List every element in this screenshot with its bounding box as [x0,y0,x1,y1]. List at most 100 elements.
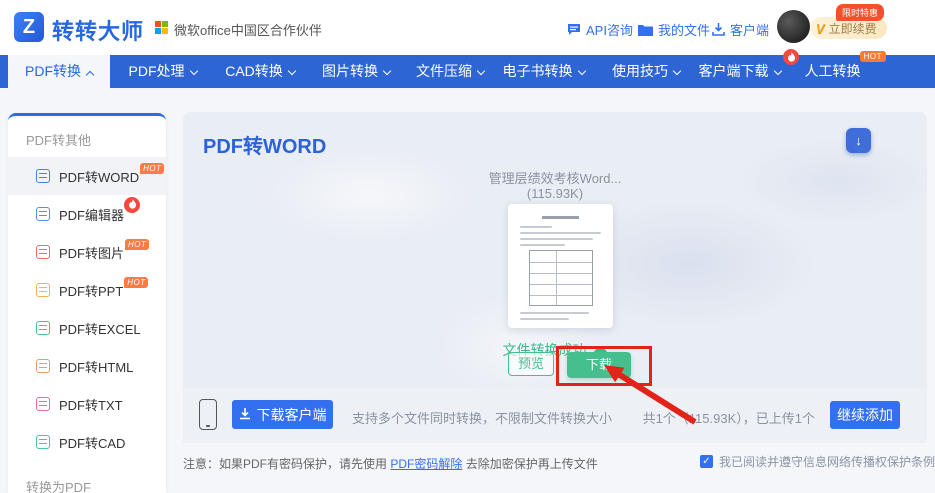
sidebar-section-pdf-to-other: PDF转其他 [26,133,92,148]
chevron-down-icon [287,66,297,76]
promo-badge: 限时特惠 [836,4,885,21]
microsoft-logo-icon [155,21,168,34]
nav-tab-tips[interactable]: 使用技巧 [600,55,692,88]
note-prefix: 注意：如果PDF有密码保护，请先使用 [183,457,391,471]
chevron-down-icon [476,66,486,76]
partner-text: 微软office中国区合作伙伴 [174,23,322,38]
cad-file-icon [36,435,50,449]
conversion-status: 文件转换成功✓ [183,340,927,363]
thumbnail-content [541,216,580,219]
nav-tab-label: PDF处理 [128,63,185,79]
sidebar-item-pdf-to-txt[interactable]: PDF转TXT [8,385,166,423]
phone-icon [199,399,217,430]
sidebar-item-label: PDF转图片 [59,245,125,261]
sidebar-item-pdf-to-excel[interactable]: PDF转EXCEL [8,309,166,347]
brand-name[interactable]: 转转大师 [52,14,144,46]
sidebar-item-label: PDF转EXCEL [59,321,141,337]
folder-icon [638,24,653,36]
multi-file-hint: 支持多个文件同时转换，不限制文件转换大小 [352,411,613,426]
image-file-icon [36,245,50,259]
sidebar-item-label: PDF转HTML [59,359,134,375]
download-button[interactable]: 下载 [567,352,631,378]
nav-tab-label: 图片转换 [322,63,378,79]
chevron-down-icon [672,66,682,76]
sidebar-item-pdf-to-image[interactable]: PDF转图片 HOT [8,233,166,271]
note-suffix: 去除加密保护再上传文件 [462,457,598,471]
pdf-password-link[interactable]: PDF密码解除 [390,457,462,471]
nav-tab-label: 客户端下载 [698,63,769,79]
excel-file-icon [36,321,50,335]
txt-file-icon [36,397,50,411]
hot-badge: HOT [859,51,886,62]
chevron-up-icon [85,70,95,80]
sidebar-item-pdf-editor[interactable]: PDF编辑器 [8,195,166,233]
agreement-checkbox[interactable]: ✓ [700,455,713,468]
nav-tab-image-convert[interactable]: 图片转换 [310,55,402,88]
sidebar-item-label: PDF转TXT [59,397,123,413]
download-icon: ↓ [855,133,862,148]
sidebar-item-pdf-to-html[interactable]: PDF转HTML [8,347,166,385]
my-files-label: 我的文件 [658,23,711,38]
client-label: 客户端 [730,23,770,38]
nav-tab-label: 文件压缩 [416,63,472,79]
avatar[interactable] [777,10,810,43]
vip-icon: V [816,20,825,36]
sidebar-item-label: PDF转WORD [59,169,140,185]
word-file-icon [36,169,50,183]
nav-tab-label: 使用技巧 [612,63,668,79]
nav-tab-manual-convert[interactable]: 人工转换 HOT [795,51,886,88]
nav-tab-client-download[interactable]: 客户端下载 [692,49,799,88]
api-consult-link[interactable]: API咨询 [567,20,633,39]
api-consult-label: API咨询 [586,23,633,38]
nav-tab-file-compress[interactable]: 文件压缩 [405,55,495,88]
nav-tab-ebook-convert[interactable]: 电子书转换 [495,55,592,88]
chevron-down-icon [577,66,586,76]
hot-badge: HOT [124,276,149,288]
sidebar-item-pdf-to-word[interactable]: PDF转WORD HOT [8,157,166,195]
fire-icon [124,197,141,213]
sidebar: PDF转其他 PDF转WORD HOT PDF编辑器 PDF转图片 HOT PD… [8,113,166,493]
sidebar-item-pdf-to-ppt[interactable]: PDF转PPT HOT [8,271,166,309]
my-files-link[interactable]: 我的文件 [638,20,710,39]
float-download-button[interactable]: ↓ [846,128,871,153]
hot-badge: HOT [140,162,165,174]
sidebar-item-pdf-to-cad[interactable]: PDF转CAD [8,423,166,461]
thumbnail-table [528,250,593,306]
converter-panel: PDF转WORD ↓ 管理层绩效考核Word... (115.93K) 文件转换… [183,112,927,388]
nav-tab-label: 人工转换 [804,63,861,79]
download-client-label: 下载客户端 [256,406,327,423]
main-nav: PDF转换 PDF处理 CAD转换 图片转换 文件压缩 电子书转换 使用技巧 客… [0,49,935,88]
sidebar-item-label: PDF转CAD [59,435,126,451]
chevron-down-icon [382,66,392,76]
brand-logo-icon[interactable]: Z [14,12,44,42]
upload-bar: 下载客户端 支持多个文件同时转换，不限制文件转换大小 共1个（115.93K），… [183,388,927,443]
upload-count: 共1个（115.93K），已上传1个 [642,411,815,426]
html-file-icon [36,359,50,373]
chevron-down-icon [189,66,198,76]
add-more-button[interactable]: 继续添加 [830,401,900,429]
app-window: Z 转转大师 微软office中国区合作伙伴 API咨询 我的文件 客户端 V … [0,0,935,493]
preview-button[interactable]: 预览 [508,352,554,376]
sidebar-item-label: PDF编辑器 [59,207,125,223]
download-icon [239,408,250,420]
page-title: PDF转WORD [203,136,327,158]
nav-tab-pdf-process[interactable]: PDF处理 [120,55,205,88]
agreement-row: ✓ 我已阅读并遵守信息网络传播权保护条例 [700,453,935,470]
editor-icon [36,207,50,221]
nav-tab-label: CAD转换 [225,63,283,79]
agreement-text: 我已阅读并遵守信息网络传播权保护条例 [719,455,935,469]
download-icon [712,23,725,36]
nav-tab-label: PDF转换 [25,63,81,79]
client-link[interactable]: 客户端 [712,20,769,39]
download-client-button[interactable]: 下载客户端 [232,400,333,429]
nav-tab-label: 电子书转换 [502,63,573,79]
hot-badge: HOT [125,238,150,250]
nav-tab-pdf-convert[interactable]: PDF转换 [8,55,110,88]
sidebar-section-convert-to-pdf: 转换为PDF [26,480,92,493]
sidebar-item-label: PDF转PPT [59,283,124,299]
renew-label: 立即续费 [828,21,877,36]
password-note: 注意：如果PDF有密码保护，请先使用 PDF密码解除 去除加密保护再上传文件 [183,455,598,472]
header: Z 转转大师 微软office中国区合作伙伴 API咨询 我的文件 客户端 V … [0,0,935,55]
converted-file-thumbnail[interactable] [508,204,613,328]
nav-tab-cad-convert[interactable]: CAD转换 [215,55,305,88]
